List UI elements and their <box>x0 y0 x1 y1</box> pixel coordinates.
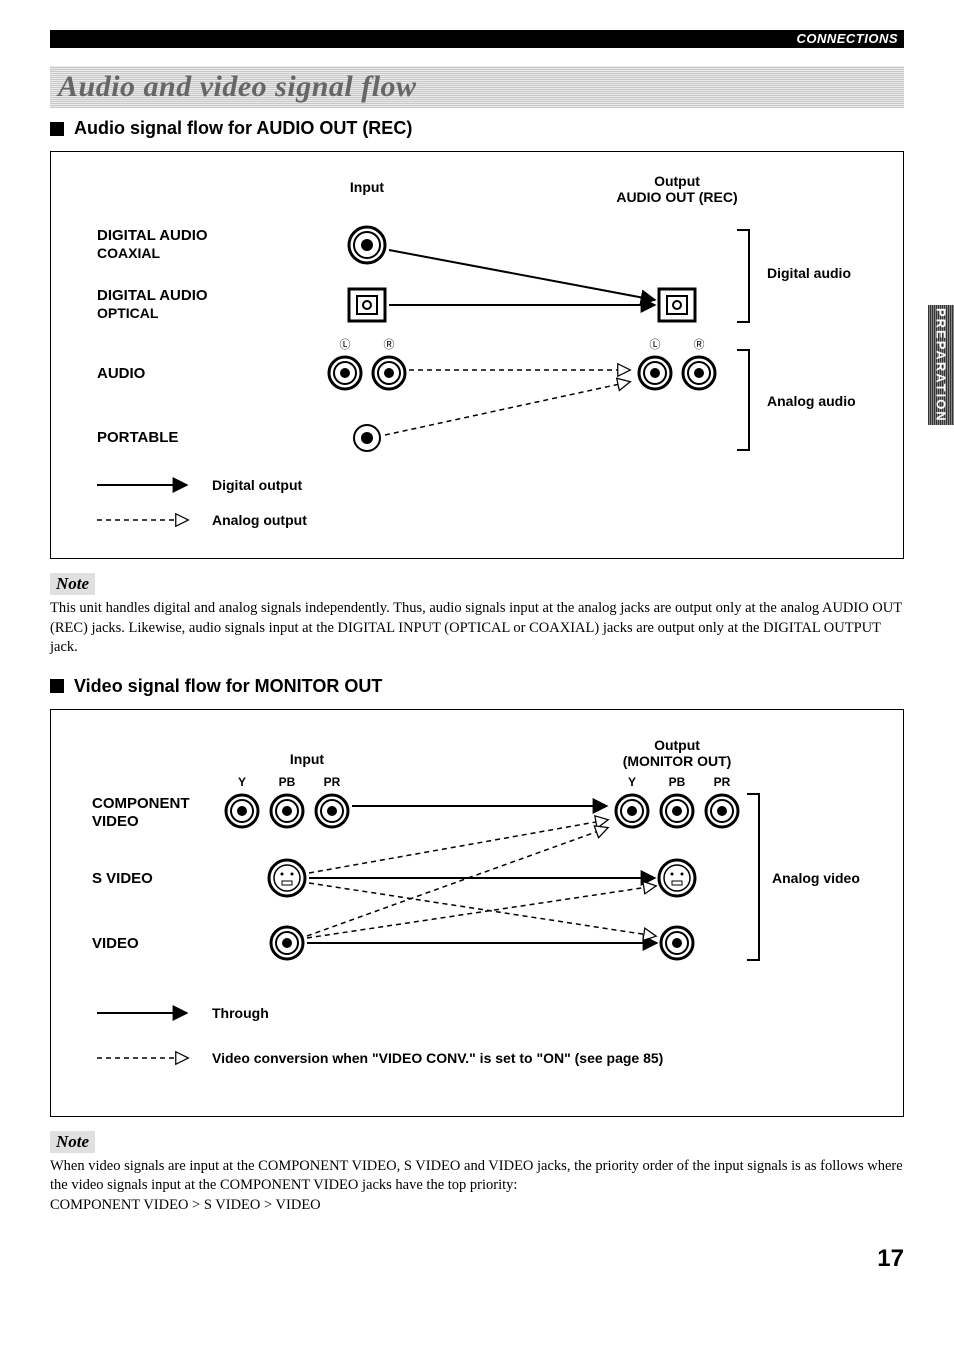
header-bar: CONNECTIONS <box>50 30 904 48</box>
row-component-2: VIDEO <box>92 813 139 830</box>
square-bullet-icon <box>50 122 64 136</box>
arrow-svideo-to-video <box>309 883 655 936</box>
audio-in-r-label: Ⓡ <box>384 338 395 351</box>
video-note-body-2: COMPONENT VIDEO > S VIDEO > VIDEO <box>50 1196 904 1216</box>
video-output-header1: Output <box>654 737 700 753</box>
audio-out-l-jack-icon <box>639 357 671 389</box>
comp-out-pb: PB <box>669 775 686 789</box>
audio-diagram-svg: Input Output AUDIO OUT (REC) DIGITAL AUD… <box>69 170 885 540</box>
row-digital-opt-1: DIGITAL AUDIO <box>97 287 208 304</box>
coaxial-jack-icon <box>349 227 385 263</box>
digital-audio-label: Digital audio <box>767 265 851 281</box>
component-in-jacks-icon <box>226 795 348 827</box>
video-output-header2: (MONITOR OUT) <box>623 753 732 769</box>
audio-output-header1: Output <box>654 173 700 189</box>
optical-jack-icon <box>349 289 385 321</box>
comp-in-pr: PR <box>324 775 341 789</box>
video-heading-text: Video signal flow for MONITOR OUT <box>74 676 382 697</box>
audio-out-r-jack-icon <box>683 357 715 389</box>
square-bullet-icon <box>50 679 64 693</box>
bracket-analog-video-icon <box>747 794 759 960</box>
svideo-out-jack-icon <box>659 860 695 896</box>
bracket-digital-icon <box>737 230 749 322</box>
audio-l-jack-icon <box>329 357 361 389</box>
legend-through-label: Through <box>212 1005 269 1021</box>
audio-out-r-label: Ⓡ <box>694 338 705 351</box>
audio-input-header: Input <box>350 179 385 195</box>
audio-out-l-label: Ⓛ <box>650 338 661 351</box>
video-note-body: When video signals are input at the COMP… <box>50 1157 904 1196</box>
optical-out-jack-icon <box>659 289 695 321</box>
banner: Audio and video signal flow <box>50 66 904 108</box>
arrow-portable-to-audio <box>385 382 629 435</box>
video-heading: Video signal flow for MONITOR OUT <box>50 676 904 697</box>
video-diagram: Input Output (MONITOR OUT) COMPONENT VID… <box>50 709 904 1117</box>
component-out-jacks-icon <box>616 795 738 827</box>
video-input-header: Input <box>290 751 325 767</box>
arrow-svideo-to-component <box>309 820 607 873</box>
video-out-jack-icon <box>661 927 693 959</box>
row-video: VIDEO <box>92 935 139 952</box>
row-digital-coax-2: COAXIAL <box>97 245 160 261</box>
audio-r-jack-icon <box>373 357 405 389</box>
header-section-label: CONNECTIONS <box>796 31 898 46</box>
audio-note-label: Note <box>50 573 95 595</box>
video-note-label: Note <box>50 1131 95 1153</box>
bracket-analog-icon <box>737 350 749 450</box>
video-in-jack-icon <box>271 927 303 959</box>
row-svideo: S VIDEO <box>92 870 153 887</box>
svideo-in-jack-icon <box>269 860 305 896</box>
audio-heading-text: Audio signal flow for AUDIO OUT (REC) <box>74 118 412 139</box>
video-diagram-svg: Input Output (MONITOR OUT) COMPONENT VID… <box>69 728 885 1098</box>
legend-digital-label: Digital output <box>212 477 303 493</box>
audio-in-l-label: Ⓛ <box>340 338 351 351</box>
arrow-video-to-component <box>307 828 607 936</box>
row-digital-opt-2: OPTICAL <box>97 305 159 321</box>
row-portable: PORTABLE <box>97 429 178 446</box>
comp-out-y: Y <box>628 775 636 789</box>
page-number: 17 <box>50 1245 904 1273</box>
banner-title: Audio and video signal flow <box>58 70 417 103</box>
arrow-video-to-svideo <box>307 886 655 938</box>
analog-video-label: Analog video <box>772 870 860 886</box>
arrow-coax-to-optical <box>389 250 655 300</box>
row-component-1: COMPONENT <box>92 795 190 812</box>
audio-note-body: This unit handles digital and analog sig… <box>50 599 904 658</box>
comp-in-y: Y <box>238 775 246 789</box>
portable-jack-icon <box>354 425 380 451</box>
legend-conv-label: Video conversion when "VIDEO CONV." is s… <box>212 1050 663 1066</box>
audio-output-header2: AUDIO OUT (REC) <box>616 189 737 205</box>
comp-out-pr: PR <box>714 775 731 789</box>
audio-heading: Audio signal flow for AUDIO OUT (REC) <box>50 118 904 139</box>
row-audio: AUDIO <box>97 365 146 382</box>
legend-analog-label: Analog output <box>212 512 307 528</box>
row-digital-coax-1: DIGITAL AUDIO <box>97 227 208 244</box>
comp-in-pb: PB <box>279 775 296 789</box>
analog-audio-label: Analog audio <box>767 393 856 409</box>
audio-diagram: Input Output AUDIO OUT (REC) DIGITAL AUD… <box>50 151 904 559</box>
